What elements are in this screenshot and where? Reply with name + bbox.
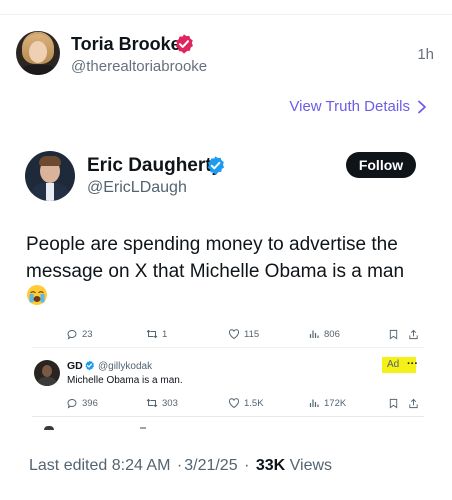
ad-repost-stat: 303 xyxy=(146,397,178,409)
verified-badge-icon xyxy=(175,34,193,54)
heart-icon xyxy=(228,329,240,340)
ad-verified-icon xyxy=(85,360,94,371)
reply-count: 23 xyxy=(82,328,93,340)
ad-like-count: 1.5K xyxy=(244,397,264,409)
top-divider xyxy=(0,14,452,15)
separator: · xyxy=(244,457,250,474)
x-author-avatar xyxy=(25,151,75,201)
author-handle[interactable]: @therealtoriabrooke xyxy=(71,58,207,75)
ad-stats-row: 396 303 1.5K 172K xyxy=(62,397,426,413)
views-chart-icon xyxy=(309,399,319,407)
ad-views-stat: 172K xyxy=(308,397,346,409)
views-count: 806 xyxy=(324,328,340,340)
ad-author-handle: @gillykodak xyxy=(98,361,153,372)
share-icon xyxy=(409,398,418,409)
x-verified-icon xyxy=(207,156,225,175)
separator: · xyxy=(176,457,183,474)
views-stat: 806 xyxy=(308,328,340,340)
ad-post-text: Michelle Obama is a man. xyxy=(67,375,183,386)
view-truth-details-label: View Truth Details xyxy=(289,98,410,115)
like-stat: 115 xyxy=(228,328,259,340)
post-date: 3/21/25 xyxy=(184,457,238,474)
ad-like-stat: 1.5K xyxy=(228,397,264,409)
embedded-stats-row: 23 1 115 806 xyxy=(62,328,426,344)
ad-author-name: GD xyxy=(67,360,83,372)
post-timestamp: 1h xyxy=(417,46,434,63)
share-icon xyxy=(409,329,418,340)
heart-icon xyxy=(228,398,240,409)
chevron-right-icon xyxy=(418,100,426,113)
embedded-divider xyxy=(32,347,424,348)
last-edited-label: Last edited 8:24 AM xyxy=(29,457,171,474)
repost-icon xyxy=(146,329,158,339)
author-name[interactable]: Toria Brooke xyxy=(71,34,181,55)
author-avatar[interactable] xyxy=(16,31,60,75)
cropped-text-fragment xyxy=(140,427,146,429)
repost-stat: 1 xyxy=(146,328,167,340)
views-chart-icon xyxy=(309,330,319,338)
x-post-text: People are spending money to advertise t… xyxy=(26,234,405,282)
view-truth-details-link[interactable]: View Truth Details xyxy=(289,98,428,115)
ad-repost-count: 303 xyxy=(162,397,178,409)
like-count: 115 xyxy=(244,328,260,340)
cropped-avatar xyxy=(44,426,54,430)
more-options-icon: ··· xyxy=(407,358,418,370)
repost-icon xyxy=(146,398,158,408)
views-label: Views xyxy=(289,457,333,474)
edit-info: Last edited 8:24 AM · 3/21/25 · 33K Views xyxy=(29,457,332,475)
total-views-count: 33K xyxy=(255,457,286,474)
ad-views-count: 172K xyxy=(324,397,347,409)
reply-icon xyxy=(67,398,77,409)
x-author-name: Eric Daugherty xyxy=(87,155,223,176)
follow-button: Follow xyxy=(346,152,416,178)
ad-author-avatar xyxy=(34,360,60,386)
repost-count: 1 xyxy=(162,328,168,340)
bookmark-icon xyxy=(389,398,398,409)
embedded-divider-bottom xyxy=(32,416,424,417)
ad-reply-count: 396 xyxy=(82,397,98,409)
x-author-handle: @EricLDaugh xyxy=(87,179,187,196)
loudly-crying-face-icon xyxy=(27,285,47,305)
reply-icon xyxy=(67,329,77,340)
ad-reply-stat: 396 xyxy=(66,397,98,409)
bookmark-icon xyxy=(389,329,398,340)
reply-stat: 23 xyxy=(66,328,93,340)
